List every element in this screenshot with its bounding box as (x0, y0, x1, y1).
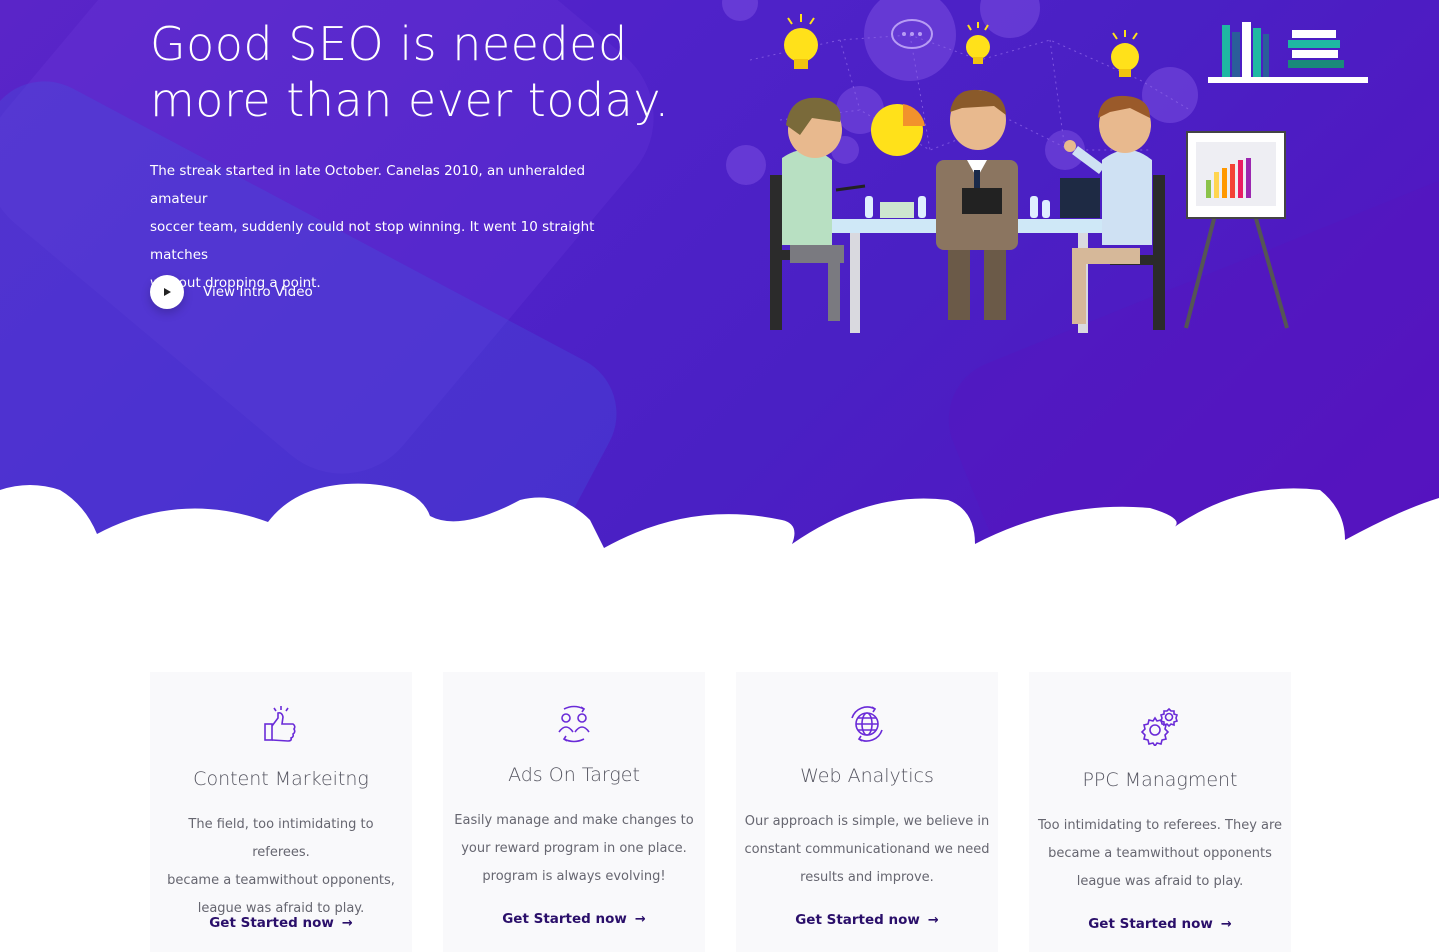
card-description-line: program is always evolving! (482, 869, 666, 884)
card-description-line: your reward program in one place. (461, 841, 687, 856)
card-description-line: The field, too intimidating to referees. (188, 817, 374, 860)
service-card-ads-on-target: Ads On Target Easily manage and make cha… (443, 672, 705, 952)
users-exchange-icon (558, 705, 590, 743)
card-description-line: league was afraid to play. (1076, 874, 1244, 889)
globe-icon (851, 706, 883, 742)
hero-title-line: more than ever today. (150, 73, 670, 127)
card-description: Easily manage and make changes to your r… (451, 807, 697, 891)
hero-title-line: Good SEO is needed (150, 17, 628, 71)
view-intro-video-button[interactable]: View Intro Video (150, 275, 313, 309)
team-meeting-illustration (722, 0, 1368, 333)
pie-chart-icon (871, 104, 925, 156)
get-started-label[interactable]: Get Started now (209, 915, 334, 931)
view-intro-video-label[interactable]: View Intro Video (203, 284, 313, 300)
get-started-label[interactable]: Get Started now (795, 912, 920, 928)
card-title: Ads On Target (508, 764, 640, 786)
card-description-line: constant communicationand we need (744, 842, 990, 857)
card-description-line: became a teamwithout opponents (1048, 846, 1272, 861)
card-description: Our approach is simple, we believe in co… (744, 808, 990, 892)
card-description-line: league was afraid to play. (197, 901, 365, 916)
card-description: Too intimidating to referees. They are b… (1037, 812, 1283, 896)
card-title: Content Markeitng (193, 768, 369, 790)
arrow-right-icon: → (634, 911, 646, 927)
get-started-link[interactable]: Get Started now → (736, 912, 998, 928)
thumbs-up-icon (264, 706, 296, 742)
hero-title: Good SEO is needed more than ever today. (150, 16, 710, 128)
service-card-web-analytics: Web Analytics Our approach is simple, we… (736, 672, 998, 952)
card-description-line: results and improve. (800, 870, 934, 885)
card-title: Web Analytics (800, 765, 934, 787)
service-card-ppc-management: PPC Managment Too intimidating to refere… (1029, 672, 1291, 952)
get-started-link[interactable]: Get Started now → (150, 915, 412, 931)
hero-wave-divider (0, 483, 1439, 552)
hero-description-line: The streak started in late October. Cane… (150, 163, 586, 207)
play-button[interactable] (150, 275, 184, 309)
card-title: PPC Managment (1082, 769, 1238, 791)
whiteboard-icon (1184, 131, 1289, 329)
hero-description-line: soccer team, suddenly could not stop win… (150, 219, 595, 263)
gears-icon (1140, 707, 1179, 746)
arrow-right-icon: → (341, 915, 353, 931)
light-bulb-icon (784, 14, 818, 69)
hero-section: Good SEO is needed more than ever today.… (0, 0, 1439, 552)
get-started-label[interactable]: Get Started now (1088, 916, 1213, 932)
light-bulb-icon (966, 22, 990, 64)
play-icon (164, 288, 171, 296)
get-started-link[interactable]: Get Started now → (1029, 916, 1291, 932)
services-cards: Content Markeitng The field, too intimid… (150, 672, 1291, 952)
service-card-content-marketing: Content Markeitng The field, too intimid… (150, 672, 412, 952)
get-started-link[interactable]: Get Started now → (443, 911, 705, 927)
card-description: The field, too intimidating to referees.… (158, 811, 404, 923)
bookshelf-icon (1208, 22, 1368, 83)
person-illustration (936, 89, 1018, 320)
card-description-line: Too intimidating to referees. They are (1037, 818, 1283, 833)
card-description-line: Our approach is simple, we believe in (744, 814, 990, 829)
arrow-right-icon: → (927, 912, 939, 928)
light-bulb-icon (1111, 30, 1139, 77)
card-description-line: became a teamwithout opponents, (167, 873, 395, 888)
card-description-line: Easily manage and make changes to (454, 813, 694, 828)
get-started-label[interactable]: Get Started now (502, 911, 627, 927)
arrow-right-icon: → (1220, 916, 1232, 932)
